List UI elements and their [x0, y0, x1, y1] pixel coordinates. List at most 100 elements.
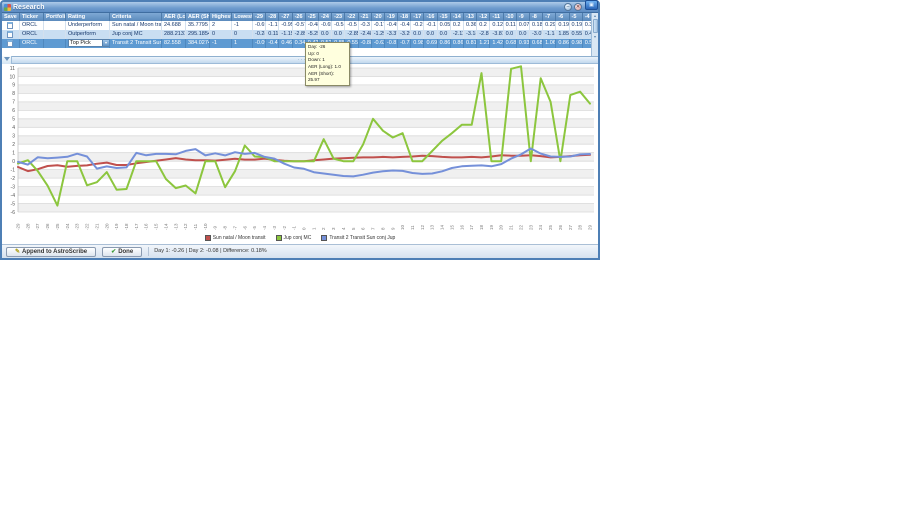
table-row[interactable]: ORCL Top Pick ▾Transit 2 Transit Sun conj …	[2, 39, 598, 48]
column-header[interactable]: -16	[424, 13, 438, 21]
column-header[interactable]: -20	[372, 13, 385, 21]
chevron-down-icon[interactable]: ▾	[102, 40, 109, 46]
table-body: ORCL UnderperformSun natal / Moon transit…	[2, 21, 598, 48]
table-vertical-scrollbar[interactable]: ▴ ▾	[591, 13, 598, 56]
column-header[interactable]: -23	[332, 13, 346, 21]
column-header[interactable]: -29	[253, 13, 267, 21]
column-header[interactable]: -5	[570, 13, 583, 21]
column-header[interactable]: -27	[279, 13, 293, 21]
highest-cell: 0	[210, 30, 232, 39]
svg-text:13: 13	[430, 224, 435, 230]
day-value-cell: -3.07	[531, 30, 544, 39]
column-header[interactable]: Criteria	[110, 13, 162, 21]
tooltip-line: 25.97	[308, 77, 320, 83]
chart-plot: 11109876543210-1-2-3-4-5-6-29 -28 -27 -26 -2…	[9, 65, 594, 230]
svg-text:9: 9	[390, 227, 395, 230]
table-chart-splitter[interactable]: ·····	[2, 56, 598, 64]
column-header[interactable]: -11	[490, 13, 504, 21]
svg-text:22: 22	[519, 224, 524, 230]
column-header[interactable]: -18	[398, 13, 412, 21]
svg-text:24: 24	[538, 224, 543, 230]
column-header[interactable]: Highest D	[210, 13, 232, 21]
column-header[interactable]: -13	[464, 13, 478, 21]
day-value-cell: 0.0	[517, 30, 530, 39]
minimize-button-icon[interactable]: –	[564, 3, 572, 11]
column-header[interactable]: -25	[306, 13, 319, 21]
save-icon[interactable]	[7, 22, 13, 29]
day-value-cell: -0.48	[307, 21, 319, 30]
day-value-cell: -0.65	[320, 21, 333, 30]
day-value-cell: 1.06	[545, 39, 557, 48]
scrollbar-thumb[interactable]	[592, 19, 598, 33]
column-header[interactable]: -15	[438, 13, 451, 21]
svg-text:12: 12	[420, 224, 425, 230]
column-header[interactable]: -21	[359, 13, 372, 21]
svg-text:-2: -2	[11, 176, 16, 182]
day-value-cell: 0.11	[505, 21, 517, 30]
column-header[interactable]: Lowest D	[232, 13, 253, 21]
svg-text:-13: -13	[173, 223, 178, 230]
done-button[interactable]: ✔ Done	[102, 246, 143, 257]
svg-text:16: 16	[459, 224, 464, 230]
tooltip-line: AER (Short):	[308, 70, 335, 76]
svg-text:-26: -26	[45, 223, 50, 230]
column-header[interactable]: Rating	[66, 13, 110, 21]
scroll-down-icon[interactable]: ▾	[594, 34, 596, 39]
column-header[interactable]: -28	[266, 13, 280, 21]
append-to-astroscribe-button[interactable]: ✎ Append to AstroScribe	[6, 246, 97, 257]
svg-text:-1: -1	[292, 226, 297, 230]
column-header[interactable]: -14	[451, 13, 464, 21]
svg-text:-15: -15	[154, 223, 159, 230]
column-header[interactable]: -22	[345, 13, 359, 21]
svg-text:-25: -25	[55, 223, 60, 230]
filter-button[interactable]	[2, 56, 12, 64]
close-button-icon[interactable]: ✕	[574, 3, 582, 11]
svg-text:8: 8	[380, 227, 385, 230]
svg-text:23: 23	[528, 224, 533, 230]
day-value-cell: 0.29	[545, 21, 557, 30]
column-header[interactable]: -17	[411, 13, 425, 21]
column-header[interactable]: AER (Sho	[186, 13, 210, 21]
table-row[interactable]: ORCL Outperform Jup conj MC 288.2131 295.185…	[2, 30, 598, 39]
title-bar[interactable]: Research – ✕	[2, 2, 598, 13]
svg-text:5: 5	[351, 227, 356, 230]
table-row[interactable]: ORCL UnderperformSun natal / Moon transit…	[2, 21, 598, 30]
svg-text:0: 0	[302, 227, 307, 230]
svg-text:-20: -20	[104, 223, 109, 230]
portfolio-cell	[44, 21, 66, 30]
day-value-cell: 0.36	[466, 21, 478, 30]
column-header[interactable]: AER (Lon	[162, 13, 186, 21]
column-header[interactable]: -19	[385, 13, 399, 21]
day-value-cell: -1.15	[281, 30, 293, 39]
svg-text:-22: -22	[85, 223, 90, 230]
tooltip-line: AER (Long): 1.0	[308, 63, 341, 69]
day-value-cell: 0.68	[531, 39, 544, 48]
pencil-icon: ✎	[15, 249, 21, 255]
column-header[interactable]: -26	[293, 13, 306, 21]
save-icon[interactable]	[7, 31, 13, 38]
chart-legend: Sun natal / Moon transit Jup conj MC Trans…	[2, 232, 598, 244]
column-header[interactable]: -12	[477, 13, 491, 21]
overlay-badge-icon[interactable]: ▣	[585, 0, 598, 10]
day-value-cell: -0.17	[373, 21, 385, 30]
column-header[interactable]: -10	[504, 13, 517, 21]
rating-combobox[interactable]: Top Pick ▾	[68, 39, 109, 47]
ticker-cell: ORCL	[20, 21, 44, 30]
column-header[interactable]: Ticker	[20, 13, 44, 21]
column-header[interactable]: -8	[530, 13, 544, 21]
column-header[interactable]: Save	[2, 13, 20, 21]
day-value-cell: 0.0	[438, 30, 451, 39]
column-header[interactable]: -7	[543, 13, 557, 21]
column-header[interactable]: -24	[319, 13, 333, 21]
day-value-cell: -0.3	[360, 21, 372, 30]
svg-text:-27: -27	[35, 223, 40, 230]
column-header[interactable]: Portfolio	[44, 13, 66, 21]
legend-item: Transit 2 Transit Sun conj Jup	[321, 235, 395, 241]
save-icon[interactable]	[7, 40, 13, 47]
scroll-up-icon[interactable]: ▴	[594, 13, 596, 18]
day-value-cell: -2.11	[452, 30, 464, 39]
day-value-cell: -1.18	[545, 30, 557, 39]
column-header[interactable]: -9	[517, 13, 530, 21]
column-header[interactable]: -6	[556, 13, 570, 21]
append-button-label: Append to AstroScribe	[22, 248, 88, 255]
